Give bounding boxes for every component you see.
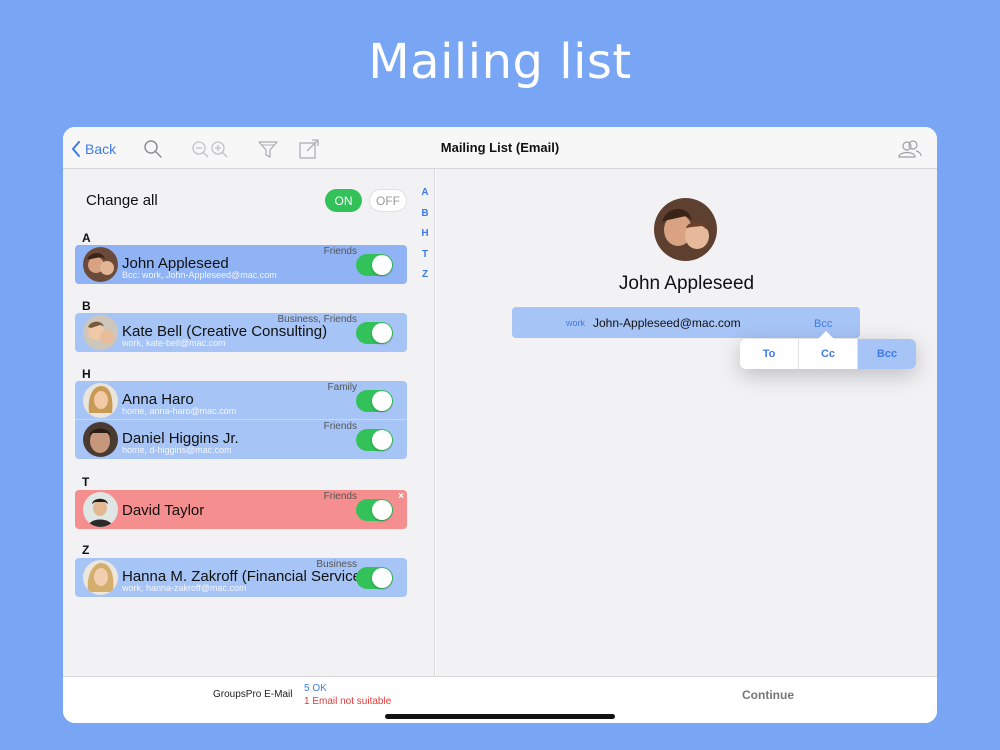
include-toggle[interactable] [356, 499, 393, 521]
contact-row-kate-bell[interactable]: Kate Bell (Creative Consulting) work, ka… [75, 313, 407, 352]
contact-row-hanna-zakroff[interactable]: Hanna M. Zakroff (Financial Services) wo… [75, 558, 407, 597]
section-header-h: H [82, 367, 91, 381]
section-header-t: T [82, 475, 90, 489]
avatar [83, 315, 118, 350]
index-letter-b[interactable]: B [417, 208, 433, 229]
headline: Mailing list [368, 34, 632, 90]
index-letter-h[interactable]: H [417, 228, 433, 249]
avatar [83, 247, 118, 282]
contact-name: David Taylor [122, 502, 205, 519]
off-button[interactable]: OFF [369, 189, 407, 212]
section-header-b: B [82, 299, 91, 313]
continue-button[interactable]: Continue [742, 688, 794, 702]
include-toggle[interactable] [356, 567, 393, 589]
contact-group: Business [316, 559, 357, 570]
email-label: work [566, 318, 586, 328]
contact-row-john-appleseed[interactable]: John Appleseed Bcc: work, John-Appleseed… [75, 245, 407, 284]
contact-row-daniel-higgins[interactable]: Daniel Higgins Jr. home, d-higgins@mac.c… [75, 420, 407, 459]
section-h-group: Anna Haro home, anna-haro@mac.com Family… [75, 381, 407, 459]
email-address-row[interactable]: work John-Appleseed@mac.com Bcc [512, 307, 860, 338]
index-letter-t[interactable]: T [417, 249, 433, 270]
contact-email: home, anna-haro@mac.com [122, 406, 237, 416]
section-z-group: Hanna M. Zakroff (Financial Services) wo… [75, 558, 407, 597]
section-t-group: David Taylor Friends × [75, 490, 407, 529]
contact-group: Friends [323, 421, 357, 432]
section-a-group: John Appleseed Bcc: work, John-Appleseed… [75, 245, 407, 284]
contact-email: home, d-higgins@mac.com [122, 445, 232, 455]
bottom-toolbar: GroupsPro E-Mail 5 OK 1 Email not suitab… [63, 676, 937, 723]
app-window: Back Mailing List (Email) Change all ON … [63, 127, 937, 723]
app-name: GroupsPro E-Mail [213, 689, 293, 700]
contact-row-david-taylor[interactable]: David Taylor Friends × [75, 490, 407, 529]
status-not-suitable[interactable]: 1 Email not suitable [304, 696, 391, 707]
include-toggle[interactable] [356, 429, 393, 451]
section-index: A B H T Z [417, 187, 433, 290]
remove-icon[interactable]: × [398, 491, 404, 502]
include-toggle[interactable] [356, 390, 393, 412]
contact-email: work, hanna-zakroff@mac.com [122, 583, 247, 593]
avatar [83, 422, 118, 457]
option-to[interactable]: To [740, 339, 799, 369]
change-all-label: Change all [86, 192, 158, 209]
option-cc[interactable]: Cc [799, 339, 858, 369]
section-b-group: Kate Bell (Creative Consulting) work, ka… [75, 313, 407, 352]
status-ok: 5 OK [304, 683, 327, 694]
nav-title: Mailing List (Email) [440, 140, 560, 155]
contact-detail-panel: John Appleseed work John-Appleseed@mac.c… [436, 169, 937, 676]
index-letter-a[interactable]: A [417, 187, 433, 208]
index-letter-z[interactable]: Z [417, 269, 433, 290]
groups-icon[interactable] [897, 138, 923, 160]
contact-email: Bcc: work, John-Appleseed@mac.com [122, 270, 277, 280]
navigation-bar: Back Mailing List (Email) [63, 127, 937, 169]
email-recipient-type[interactable]: Bcc [814, 318, 832, 330]
avatar [83, 560, 118, 595]
avatar [83, 492, 118, 527]
include-toggle[interactable] [356, 254, 393, 276]
option-bcc[interactable]: Bcc [858, 339, 916, 369]
home-indicator [385, 714, 615, 719]
contact-email: work, kate-bell@mac.com [122, 338, 226, 348]
contact-group: Friends [323, 491, 357, 502]
contact-row-anna-haro[interactable]: Anna Haro home, anna-haro@mac.com Family [75, 381, 407, 420]
recipient-type-popover: To Cc Bcc [740, 331, 916, 369]
include-toggle[interactable] [356, 322, 393, 344]
on-button[interactable]: ON [325, 189, 362, 212]
contact-group: Friends [323, 246, 357, 257]
contact-group: Business, Friends [277, 314, 357, 325]
contact-name-title: John Appleseed [618, 273, 755, 294]
email-value: John-Appleseed@mac.com [593, 316, 741, 330]
contact-list-panel: Change all ON OFF A B H T Z A John Apple… [63, 169, 435, 676]
section-header-a: A [82, 231, 91, 245]
section-header-z: Z [82, 543, 90, 557]
avatar [83, 383, 118, 418]
contact-group: Family [327, 382, 357, 393]
contact-photo [654, 198, 717, 261]
